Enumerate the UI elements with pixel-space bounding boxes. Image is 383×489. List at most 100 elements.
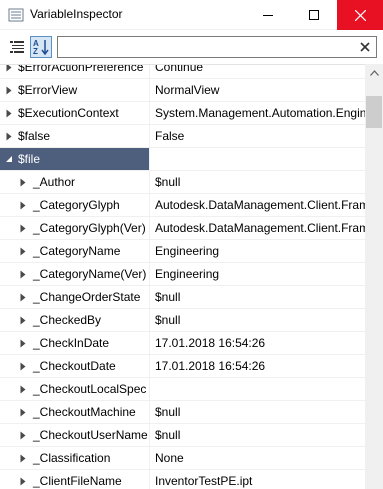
property-row[interactable]: _CheckoutLocalSpec bbox=[0, 378, 365, 401]
scroll-thumb[interactable] bbox=[366, 96, 382, 128]
property-row[interactable]: _CategoryName Engineering bbox=[0, 240, 365, 263]
variable-value bbox=[150, 378, 365, 400]
vertical-scrollbar[interactable] bbox=[365, 64, 383, 489]
name-cell[interactable]: _CategoryName bbox=[0, 240, 150, 262]
collapsed-arrow-icon[interactable] bbox=[18, 338, 28, 348]
collapsed-arrow-icon[interactable] bbox=[18, 453, 28, 463]
name-cell[interactable]: $false bbox=[0, 125, 150, 147]
clear-search-icon[interactable] bbox=[358, 40, 372, 54]
collapsed-arrow-icon[interactable] bbox=[18, 246, 28, 256]
expanded-arrow-icon[interactable] bbox=[4, 154, 14, 164]
close-icon bbox=[354, 9, 366, 21]
variable-row[interactable]: $file bbox=[0, 148, 365, 171]
variable-row[interactable]: $false False bbox=[0, 125, 365, 148]
minimize-button[interactable] bbox=[245, 0, 291, 30]
variable-row[interactable]: $ExecutionContext System.Management.Autom… bbox=[0, 102, 365, 125]
name-cell[interactable]: _CategoryGlyph bbox=[0, 194, 150, 216]
name-cell[interactable]: $ExecutionContext bbox=[0, 102, 150, 124]
name-cell[interactable]: _Classification bbox=[0, 447, 150, 469]
collapsed-arrow-icon[interactable] bbox=[18, 269, 28, 279]
variable-value: Autodesk.DataManagement.Client.Framework bbox=[155, 198, 365, 212]
app-icon bbox=[8, 8, 24, 22]
name-cell[interactable]: _CheckoutMachine bbox=[0, 401, 150, 423]
variable-value: 17.01.2018 16:54:26 bbox=[155, 336, 266, 350]
variable-value: $null bbox=[155, 313, 181, 327]
name-cell[interactable]: _CheckoutUserName bbox=[0, 424, 150, 446]
window-title: VariableInspector bbox=[30, 7, 123, 21]
categorized-button[interactable] bbox=[6, 36, 28, 58]
categorized-icon bbox=[10, 41, 24, 53]
collapsed-arrow-icon[interactable] bbox=[18, 476, 28, 486]
collapsed-arrow-icon[interactable] bbox=[18, 177, 28, 187]
collapsed-arrow-icon[interactable] bbox=[18, 315, 28, 325]
variable-name: _ClientFileName bbox=[33, 474, 122, 488]
name-cell[interactable]: _CheckoutLocalSpec bbox=[0, 378, 150, 400]
property-row[interactable]: _CheckedBy $null bbox=[0, 309, 365, 332]
name-cell[interactable]: _ClientFileName bbox=[0, 470, 150, 489]
property-row[interactable]: _Author $null bbox=[0, 171, 365, 194]
name-cell[interactable]: $ErrorActionPreference bbox=[0, 64, 150, 78]
property-row[interactable]: _CheckInDate 17.01.2018 16:54:26 bbox=[0, 332, 365, 355]
variable-value: Continue bbox=[155, 64, 204, 74]
variable-row[interactable]: $ErrorActionPreference Continue bbox=[0, 64, 365, 79]
variable-name: _CategoryName(Ver) bbox=[33, 267, 147, 281]
property-row[interactable]: _CategoryName(Ver) Engineering bbox=[0, 263, 365, 286]
name-cell[interactable]: _CategoryGlyph(Ver) bbox=[0, 217, 150, 239]
grid-rows: $ErrorActionPreference Continue $ErrorView… bbox=[0, 64, 365, 489]
collapsed-arrow-icon[interactable] bbox=[4, 85, 14, 95]
variable-value bbox=[150, 148, 365, 170]
variable-value: $null bbox=[155, 405, 181, 419]
property-row[interactable]: _Classification None bbox=[0, 447, 365, 470]
variable-row[interactable]: $ErrorView NormalView bbox=[0, 79, 365, 102]
name-cell[interactable]: $file bbox=[0, 148, 150, 170]
maximize-button[interactable] bbox=[291, 0, 337, 30]
variable-value: False bbox=[155, 129, 185, 143]
variable-name: _CategoryName bbox=[33, 244, 121, 258]
collapsed-arrow-icon[interactable] bbox=[18, 384, 28, 394]
collapsed-arrow-icon[interactable] bbox=[18, 292, 28, 302]
search-input[interactable] bbox=[60, 38, 350, 56]
collapsed-arrow-icon[interactable] bbox=[18, 361, 28, 371]
variable-value: Autodesk.DataManagement.Client.Framework bbox=[155, 221, 365, 235]
name-cell[interactable]: _CheckoutDate bbox=[0, 355, 150, 377]
variable-name: $ErrorView bbox=[18, 83, 78, 97]
maximize-icon bbox=[309, 10, 319, 20]
property-row[interactable]: _CheckoutUserName $null bbox=[0, 424, 365, 447]
variable-value: $null bbox=[155, 175, 181, 189]
variable-name: _CheckoutMachine bbox=[33, 405, 136, 419]
alphabetical-button[interactable]: A Z bbox=[30, 36, 52, 58]
property-row[interactable]: _CheckoutMachine $null bbox=[0, 401, 365, 424]
property-row[interactable]: _CategoryGlyph(Ver) Autodesk.DataManageme… bbox=[0, 217, 365, 240]
title-bar: VariableInspector bbox=[0, 0, 383, 30]
collapsed-arrow-icon[interactable] bbox=[18, 407, 28, 417]
chevron-up-icon bbox=[369, 69, 379, 76]
collapsed-arrow-icon[interactable] bbox=[18, 223, 28, 233]
name-cell[interactable]: _ChangeOrderState bbox=[0, 286, 150, 308]
collapsed-arrow-icon[interactable] bbox=[4, 108, 14, 118]
scroll-up-button[interactable] bbox=[365, 64, 383, 81]
variable-value: $null bbox=[155, 290, 181, 304]
name-cell[interactable]: $ErrorView bbox=[0, 79, 150, 101]
property-row[interactable]: _ChangeOrderState $null bbox=[0, 286, 365, 309]
alphabetical-sort-icon: A Z bbox=[33, 39, 49, 56]
property-row[interactable]: _CheckoutDate 17.01.2018 16:54:26 bbox=[0, 355, 365, 378]
collapsed-arrow-icon[interactable] bbox=[18, 430, 28, 440]
variable-name: $ErrorActionPreference bbox=[18, 64, 144, 74]
property-row[interactable]: _CategoryGlyph Autodesk.DataManagement.Cl… bbox=[0, 194, 365, 217]
variable-value: $null bbox=[155, 428, 181, 442]
variable-name: _CheckoutLocalSpec bbox=[33, 382, 147, 396]
close-button[interactable] bbox=[337, 0, 383, 30]
name-cell[interactable]: _Author bbox=[0, 171, 150, 193]
collapsed-arrow-icon[interactable] bbox=[18, 200, 28, 210]
name-cell[interactable]: _CheckInDate bbox=[0, 332, 150, 354]
collapsed-arrow-icon[interactable] bbox=[4, 65, 14, 72]
name-cell[interactable]: _CategoryName(Ver) bbox=[0, 263, 150, 285]
property-row[interactable]: _ClientFileName InventorTestPE.ipt bbox=[0, 470, 365, 489]
search-field[interactable] bbox=[57, 36, 377, 58]
variable-name: _CategoryGlyph bbox=[33, 198, 120, 212]
variable-value: NormalView bbox=[155, 83, 220, 97]
name-cell[interactable]: _CheckedBy bbox=[0, 309, 150, 331]
collapsed-arrow-icon[interactable] bbox=[4, 131, 14, 141]
variable-name: _CheckedBy bbox=[33, 313, 102, 327]
variable-name: $false bbox=[18, 129, 51, 143]
